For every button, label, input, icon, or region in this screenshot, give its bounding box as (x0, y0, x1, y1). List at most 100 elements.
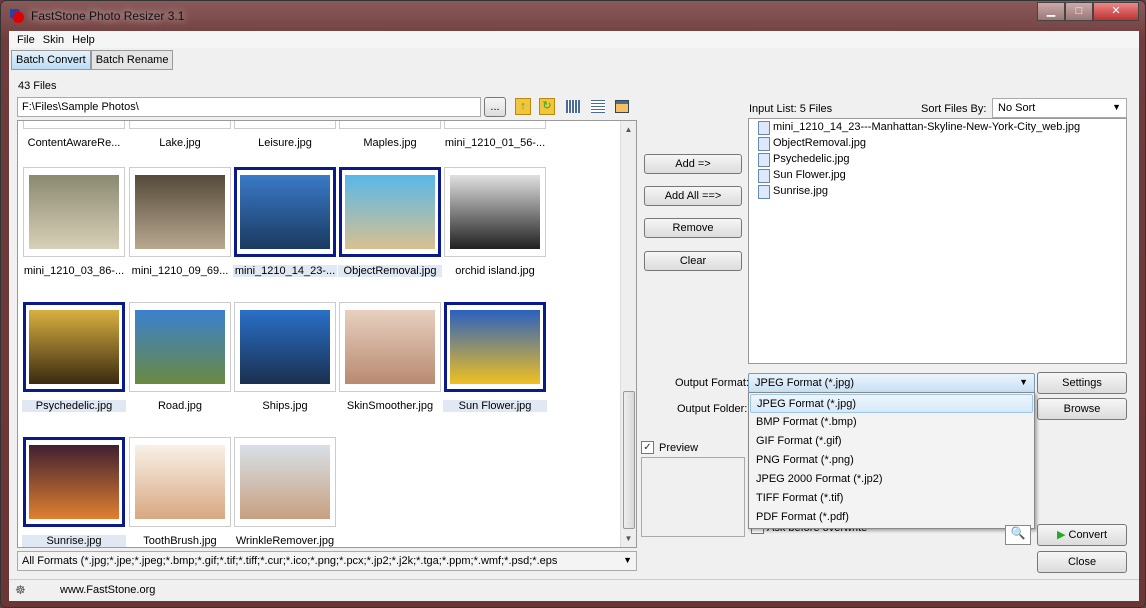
menu-help[interactable]: Help (68, 31, 99, 48)
thumbnail-label: orchid island.jpg (455, 265, 535, 277)
thumbnail-grid[interactable]: ▲ ▼ ContentAwareRe... Lake.jpg Leisure.jpg… (17, 120, 637, 548)
format-option[interactable]: JPEG Format (*.jpg) (750, 394, 1033, 413)
thumbnail-image[interactable] (339, 121, 441, 129)
close-button[interactable]: Close (1037, 551, 1127, 573)
format-option[interactable]: PDF Format (*.pdf) (750, 508, 1033, 527)
thumbnail-label: Lake.jpg (159, 137, 201, 149)
thumbnail-image[interactable] (23, 302, 125, 392)
file-filter-select[interactable]: All Formats (*.jpg;*.jpe;*.jpeg;*.bmp;*.… (17, 551, 637, 571)
close-window-button[interactable]: ✕ (1093, 2, 1139, 21)
thumbnail-image[interactable] (444, 302, 546, 392)
thumbnail-image[interactable] (234, 302, 336, 392)
output-format-dropdown[interactable]: JPEG Format (*.jpg) BMP Format (*.bmp) GIF… (748, 392, 1035, 529)
thumbnail-label: Sun Flower.jpg (443, 400, 547, 412)
thumbnail-image[interactable] (234, 437, 336, 527)
thumbnail-label: mini_1210_09_69... (131, 265, 229, 277)
thumbnail-label: Road.jpg (157, 400, 203, 412)
add-button[interactable]: Add => (644, 154, 742, 174)
thumbnail-item[interactable]: mini_1210_03_86-... (22, 167, 126, 277)
thumbnail-image[interactable] (129, 437, 231, 527)
format-option[interactable]: BMP Format (*.bmp) (750, 413, 1033, 432)
preview-label: Preview (659, 442, 699, 454)
thumbnail-item[interactable]: ContentAwareRe... (22, 121, 126, 149)
scrollbar-thumb[interactable] (623, 391, 635, 529)
thumbnail-item[interactable]: Lake.jpg (128, 121, 232, 149)
thumbnail-item[interactable]: SkinSmoother.jpg (338, 302, 442, 412)
thumbnail-item[interactable]: Maples.jpg (338, 121, 442, 149)
thumbnail-item[interactable]: Road.jpg (128, 302, 232, 412)
input-list-item[interactable]: Sun Flower.jpg (749, 167, 1126, 183)
up-folder-icon[interactable]: ↑ (515, 98, 531, 115)
input-file-list[interactable]: mini_1210_14_23---Manhattan-Skyline-New-… (748, 118, 1127, 364)
thumbnail-label: ContentAwareRe... (27, 137, 121, 149)
thumbnail-item[interactable]: Sunrise.jpg (22, 437, 126, 547)
thumbnail-image[interactable] (23, 121, 125, 129)
thumbnail-label: Maples.jpg (363, 137, 417, 149)
thumbnail-item[interactable]: Ships.jpg (233, 302, 337, 412)
thumbnail-item[interactable]: WrinkleRemover.jpg (233, 437, 337, 547)
thumbnail-item[interactable]: Sun Flower.jpg (443, 302, 547, 412)
thumbnail-image[interactable] (444, 167, 546, 257)
thumbnail-item[interactable]: mini_1210_09_69... (128, 167, 232, 277)
menu-skin[interactable]: Skin (39, 31, 68, 48)
browse-button[interactable]: Browse (1037, 398, 1127, 420)
thumbnail-label: mini_1210_01_56-... (444, 137, 546, 149)
settings-button[interactable]: Settings (1037, 372, 1127, 394)
thumbnail-image[interactable] (23, 167, 125, 257)
file-filter-value: All Formats (*.jpg;*.jpe;*.jpeg;*.bmp;*.… (22, 555, 558, 567)
details-view-icon[interactable] (615, 100, 629, 113)
preview-zoom-icon[interactable]: 🔍 (1005, 525, 1031, 545)
thumbnail-label: WrinkleRemover.jpg (235, 535, 335, 547)
status-bar: ☸ www.FastStone.org (9, 579, 1139, 599)
thumbnail-label: mini_1210_14_23-... (233, 265, 337, 277)
input-list-item[interactable]: Sunrise.jpg (749, 183, 1126, 199)
thumbnail-item[interactable]: orchid island.jpg (443, 167, 547, 277)
thumbnail-image[interactable] (129, 302, 231, 392)
tab-batch-rename[interactable]: Batch Rename (90, 50, 174, 70)
website-link[interactable]: www.FastStone.org (60, 584, 155, 596)
output-format-select[interactable]: JPEG Format (*.jpg) ▼ (748, 373, 1035, 393)
format-option[interactable]: PNG Format (*.png) (750, 451, 1033, 470)
thumbnail-image[interactable] (234, 121, 336, 129)
thumbnail-item[interactable]: ObjectRemoval.jpg (338, 167, 442, 277)
menu-bar: File Skin Help (9, 31, 1139, 48)
window-title: FastStone Photo Resizer 3.1 (31, 9, 185, 23)
input-list-item[interactable]: ObjectRemoval.jpg (749, 135, 1126, 151)
format-option[interactable]: JPEG 2000 Format (*.jp2) (750, 470, 1033, 489)
input-list-item[interactable]: mini_1210_14_23---Manhattan-Skyline-New-… (749, 119, 1126, 135)
input-list-item[interactable]: Psychedelic.jpg (749, 151, 1126, 167)
thumbnail-item[interactable]: Leisure.jpg (233, 121, 337, 149)
menu-file[interactable]: File (13, 31, 39, 48)
thumbnail-image[interactable] (129, 167, 231, 257)
grid-scrollbar[interactable]: ▲ ▼ (620, 121, 636, 547)
sort-select[interactable]: No Sort ▼ (992, 98, 1127, 118)
thumbnail-item[interactable]: Psychedelic.jpg (22, 302, 126, 412)
convert-button[interactable]: ▶ Convert (1037, 524, 1127, 546)
thumbnail-item[interactable]: ToothBrush.jpg (128, 437, 232, 547)
app-window: FastStone Photo Resizer 3.1 ▁ □ ✕ File S… (0, 0, 1146, 608)
remove-button[interactable]: Remove (644, 218, 742, 238)
thumbnail-view-icon[interactable] (566, 100, 580, 113)
list-view-icon[interactable] (591, 100, 605, 113)
thumbnail-item[interactable]: mini_1210_14_23-... (233, 167, 337, 277)
thumbnail-image[interactable] (339, 302, 441, 392)
format-option[interactable]: TIFF Format (*.tif) (750, 489, 1033, 508)
minimize-button[interactable]: ▁ (1037, 2, 1065, 21)
browse-path-button[interactable]: ... (484, 97, 506, 117)
faststone-logo-icon: ☸ (15, 583, 26, 597)
thumbnail-image[interactable] (444, 121, 546, 129)
thumbnail-label: Psychedelic.jpg (22, 400, 126, 412)
thumbnail-image[interactable] (339, 167, 441, 257)
thumbnail-item[interactable]: mini_1210_01_56-... (443, 121, 547, 149)
clear-button[interactable]: Clear (644, 251, 742, 271)
preview-checkbox[interactable]: ✓ (641, 441, 654, 454)
thumbnail-image[interactable] (23, 437, 125, 527)
format-option[interactable]: GIF Format (*.gif) (750, 432, 1033, 451)
add-all-button[interactable]: Add All ==> (644, 186, 742, 206)
path-input[interactable]: F:\Files\Sample Photos\ (17, 97, 481, 117)
thumbnail-image[interactable] (129, 121, 231, 129)
maximize-button[interactable]: □ (1065, 2, 1093, 21)
tab-batch-convert[interactable]: Batch Convert (11, 50, 91, 70)
refresh-icon[interactable]: ↻ (539, 98, 555, 115)
thumbnail-image[interactable] (234, 167, 336, 257)
